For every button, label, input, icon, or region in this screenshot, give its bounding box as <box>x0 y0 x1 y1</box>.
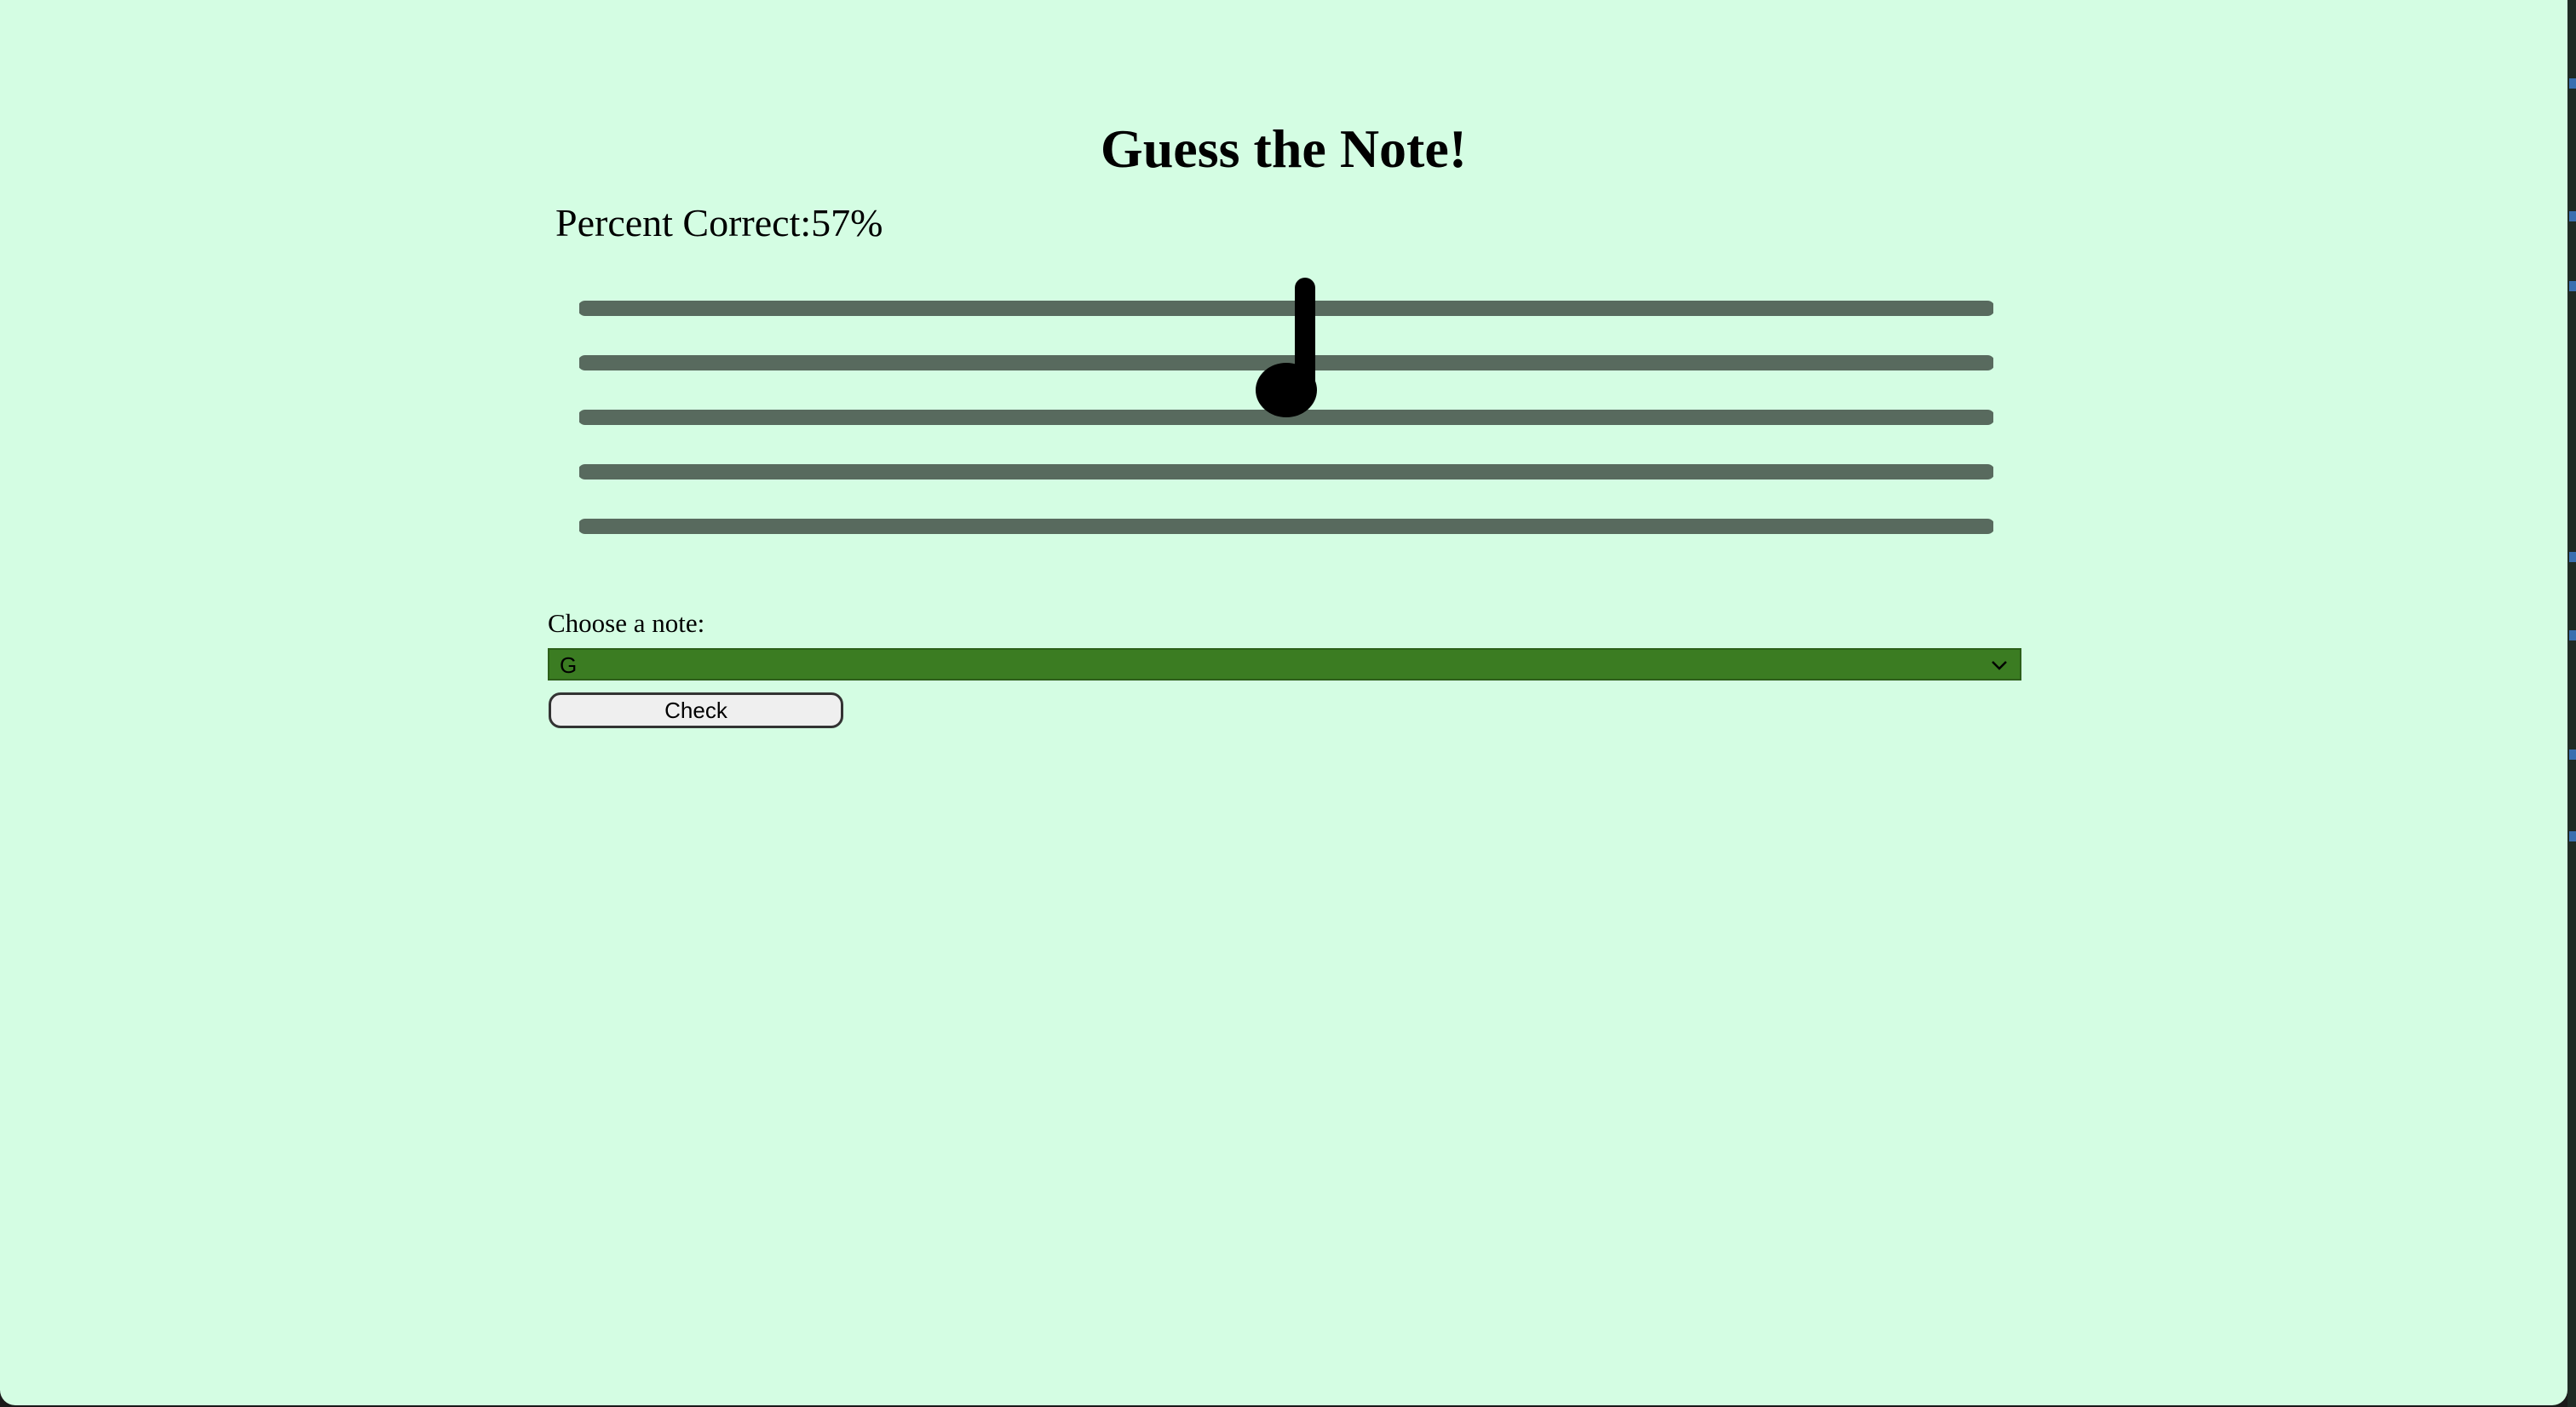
score-label: Percent Correct: <box>555 201 812 244</box>
edge-marker <box>2569 552 2576 562</box>
music-staff <box>579 278 1993 534</box>
choose-note-label: Choose a note: <box>548 608 705 638</box>
edge-marker <box>2569 630 2576 640</box>
app-page: Guess the Note! Percent Correct:57% Choo… <box>0 0 2567 1405</box>
note-select[interactable]: G <box>548 648 2021 681</box>
page-title: Guess the Note! <box>1100 118 1468 179</box>
edge-marker <box>2569 831 2576 841</box>
edge-marker <box>2569 78 2576 89</box>
chevron-down-icon <box>1992 661 2007 670</box>
edge-marker <box>2569 749 2576 760</box>
score-readout: Percent Correct:57% <box>555 198 883 249</box>
edge-marker <box>2569 281 2576 291</box>
edge-marker <box>2569 211 2576 221</box>
score-value: 57% <box>811 201 883 244</box>
note-select-value: G <box>560 652 578 678</box>
check-button[interactable]: Check <box>549 692 843 728</box>
